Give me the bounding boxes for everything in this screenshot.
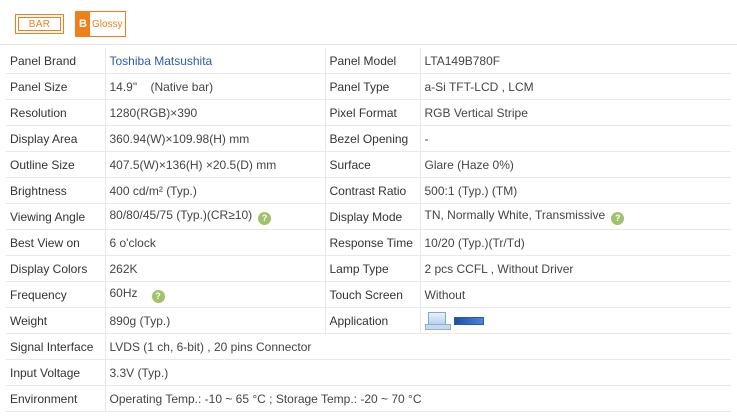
table-row: Panel Size 14.9" (Native bar) Panel Type… <box>6 73 731 100</box>
spec-key: Panel Brand <box>6 48 105 74</box>
table-row: Display Area 360.94(W)×109.98(H) mm Beze… <box>6 125 731 152</box>
spec-key: Viewing Angle <box>6 203 105 230</box>
bar-badge[interactable]: BAR <box>15 14 64 34</box>
spec-value-cell: 80/80/45/75 (Typ.)(CR≥10)? <box>104 203 325 230</box>
table-row: Environment Operating Temp.: -10 ~ 65 °C… <box>6 385 731 412</box>
spec-key: Input Voltage <box>6 359 105 386</box>
spec-value: 1280(RGB)×390 <box>104 99 325 126</box>
spec-value: Operating Temp.: -10 ~ 65 °C ; Storage T… <box>104 385 731 412</box>
spec-value: 14.9" (Native bar) <box>104 73 325 100</box>
spec-key: Frequency <box>6 281 105 308</box>
spec-value: LTA149B780F <box>419 48 731 74</box>
spec-key: Brightness <box>6 177 105 204</box>
table-row: Panel Brand Toshiba Matsushita Panel Mod… <box>6 48 731 74</box>
spec-value: 60Hz <box>109 286 138 300</box>
spec-value: RGB Vertical Stripe <box>419 99 731 126</box>
bar-display-icon[interactable] <box>453 316 484 325</box>
spec-key: Panel Model <box>324 48 420 74</box>
spec-key: Display Colors <box>6 255 105 282</box>
help-icon[interactable]: ? <box>151 290 165 303</box>
spec-value: 407.5(W)×136(H) ×20.5(D) mm <box>104 151 325 178</box>
spec-key: Best View on <box>6 229 105 256</box>
spec-key: Surface <box>324 151 420 178</box>
spec-key: Outline Size <box>6 151 105 178</box>
spec-value: 890g (Typ.) <box>104 307 325 334</box>
glossy-badge[interactable]: B Glossy <box>75 11 126 37</box>
spec-key: Application <box>324 307 420 334</box>
spec-key: Environment <box>6 385 105 412</box>
table-row: Resolution 1280(RGB)×390 Pixel Format RG… <box>6 99 731 126</box>
laptop-icon[interactable] <box>424 312 451 330</box>
spec-value: 6 o'clock <box>104 229 325 256</box>
spec-value-cell: TN, Normally White, Transmissive? <box>419 203 731 230</box>
spec-key: Lamp Type <box>324 255 420 282</box>
spec-key: Signal Interface <box>6 333 105 360</box>
spec-value: 2 pcs CCFL , Without Driver <box>419 255 731 282</box>
table-row: Viewing Angle 80/80/45/75 (Typ.)(CR≥10)?… <box>6 203 731 230</box>
spec-value: Glare (Haze 0%) <box>419 151 731 178</box>
spec-value: TN, Normally White, Transmissive <box>424 208 606 222</box>
spec-value: LVDS (1 ch, 6-bit) , 20 pins Connector <box>104 333 731 360</box>
spec-key: Contrast Ratio <box>324 177 420 204</box>
help-icon[interactable]: ? <box>258 212 272 225</box>
spec-key: Weight <box>6 307 105 334</box>
table-row: Brightness 400 cd/m² (Typ.) Contrast Rat… <box>6 177 731 204</box>
spec-value-cell: 60Hz? <box>104 281 325 308</box>
bar-badge-label: BAR <box>18 17 61 31</box>
spec-value: a-Si TFT-LCD , LCM <box>419 73 731 100</box>
spec-key: Resolution <box>6 99 105 126</box>
spec-value: 3.3V (Typ.) <box>104 359 731 386</box>
spec-table: Panel Brand Toshiba Matsushita Panel Mod… <box>6 48 731 412</box>
glossy-badge-label: Glossy <box>92 18 123 30</box>
table-row: Display Colors 262K Lamp Type 2 pcs CCFL… <box>6 255 731 282</box>
spec-key: Response Time <box>324 229 420 256</box>
spec-value: 80/80/45/75 (Typ.)(CR≥10) <box>109 208 253 222</box>
spec-value: Without <box>419 281 731 308</box>
header-badges: BAR B Glossy <box>0 0 737 45</box>
glossy-logo-icon: B <box>76 12 90 36</box>
table-row: Weight 890g (Typ.) Application <box>6 307 731 334</box>
spec-key: Display Mode <box>324 203 420 230</box>
table-row: Outline Size 407.5(W)×136(H) ×20.5(D) mm… <box>6 151 731 178</box>
spec-key: Panel Size <box>6 73 105 100</box>
spec-value: 360.94(W)×109.98(H) mm <box>104 125 325 152</box>
spec-key: Bezel Opening <box>324 125 420 152</box>
spec-value: 10/20 (Typ.)(Tr/Td) <box>419 229 731 256</box>
help-icon[interactable]: ? <box>611 212 625 225</box>
table-row: Best View on 6 o'clock Response Time 10/… <box>6 229 731 256</box>
spec-value: 262K <box>104 255 325 282</box>
application-icons <box>419 307 731 334</box>
spec-key: Pixel Format <box>324 99 420 126</box>
spec-value: - <box>419 125 731 152</box>
spec-key: Panel Type <box>324 73 420 100</box>
spec-value: 500:1 (Typ.) (TM) <box>419 177 731 204</box>
panel-brand-link[interactable]: Toshiba Matsushita <box>104 48 325 74</box>
spec-key: Touch Screen <box>324 281 420 308</box>
spec-key: Display Area <box>6 125 105 152</box>
table-row: Signal Interface LVDS (1 ch, 6-bit) , 20… <box>6 333 731 360</box>
spec-value: 400 cd/m² (Typ.) <box>104 177 325 204</box>
table-row: Input Voltage 3.3V (Typ.) <box>6 359 731 386</box>
table-row: Frequency 60Hz? Touch Screen Without <box>6 281 731 308</box>
